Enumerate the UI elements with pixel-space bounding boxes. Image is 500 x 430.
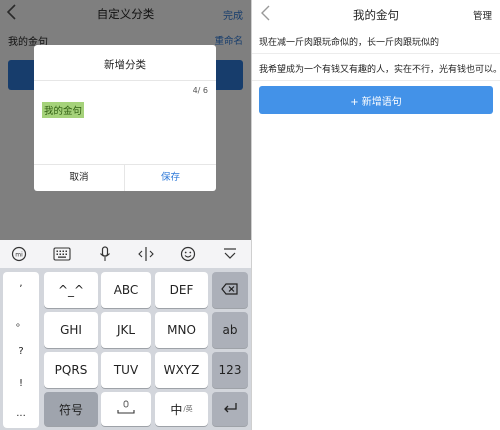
save-button[interactable]: 保存 — [125, 165, 216, 191]
selected-input-text: 我的金句 — [42, 102, 85, 118]
left-panel: 自定义分类 完成 我的金句 重命名 新增分类 4/ 6 我的金句 取消 保存 m… — [0, 0, 251, 430]
cancel-button[interactable]: 取消 — [34, 165, 124, 191]
key-delete[interactable] — [212, 272, 248, 308]
right-nav-bar: 我的金句 管理 — [252, 0, 500, 28]
keyboard-icon[interactable] — [53, 245, 71, 263]
collapse-keyboard-icon[interactable] — [221, 245, 239, 263]
ime-logo-icon[interactable]: mi — [10, 245, 28, 263]
new-category-dialog: 新增分类 4/ 6 我的金句 取消 保存 — [34, 45, 216, 191]
cursor-icon[interactable] — [137, 245, 155, 263]
key-abc[interactable]: ABC — [101, 272, 151, 308]
key-ab[interactable]: ab — [212, 312, 248, 348]
t9-keyboard: , 。 ? ! ... ^_^ ABC DEF GHI JKL MNO ab P… — [0, 268, 251, 430]
key-language-toggle[interactable]: 中/英 — [155, 392, 208, 426]
category-name-input[interactable]: 我的金句 — [40, 99, 210, 169]
key-enter[interactable] — [212, 392, 248, 426]
dialog-title: 新增分类 — [104, 59, 146, 71]
svg-text:mi: mi — [15, 252, 23, 259]
key-def[interactable]: DEF — [155, 272, 208, 308]
keyboard-toolbar: mi — [0, 240, 251, 268]
key-pqrs[interactable]: PQRS — [44, 352, 98, 388]
dialog-divider — [34, 80, 216, 81]
punct-exclaim[interactable]: ! — [3, 378, 39, 389]
add-sentence-button[interactable]: + 新增语句 — [259, 86, 493, 114]
microphone-icon[interactable] — [96, 245, 114, 263]
list-item[interactable]: 我希望成为一个有钱又有趣的人，实在不行，光有钱也可以。 — [252, 55, 500, 81]
key-symbols[interactable]: 符号 — [44, 392, 98, 426]
char-count: 4/ 6 — [192, 86, 208, 95]
enter-icon — [222, 402, 238, 417]
manage-button[interactable]: 管理 — [473, 8, 492, 22]
emoji-icon[interactable] — [179, 245, 197, 263]
punct-comma[interactable]: , — [3, 278, 39, 289]
list-item-text: 我希望成为一个有钱又有趣的人，实在不行，光有钱也可以。 — [259, 65, 500, 75]
right-panel: 我的金句 管理 现在减一斤肉跟玩命似的，长一斤肉跟玩似的 我希望成为一个有钱又有… — [252, 0, 500, 430]
key-space[interactable] — [101, 392, 151, 426]
key-tuv[interactable]: TUV — [101, 352, 151, 388]
language-sub-label: /英 — [183, 405, 193, 413]
page-title: 我的金句 — [353, 8, 399, 22]
punct-question[interactable]: ? — [3, 346, 39, 357]
language-main-label: 中 — [170, 402, 183, 417]
punct-period[interactable]: 。 — [3, 314, 39, 329]
key-ghi[interactable]: GHI — [44, 312, 98, 348]
key-emoticon[interactable]: ^_^ — [44, 272, 98, 308]
key-123[interactable]: 123 — [212, 352, 248, 388]
punctuation-column[interactable]: , 。 ? ! ... — [3, 272, 39, 428]
key-wxyz[interactable]: WXYZ — [155, 352, 208, 388]
list-item[interactable]: 现在减一斤肉跟玩命似的，长一斤肉跟玩似的 — [252, 28, 500, 54]
delete-icon — [221, 282, 239, 298]
space-mic-icon — [115, 400, 137, 419]
key-mno[interactable]: MNO — [155, 312, 208, 348]
list-item-text: 现在减一斤肉跟玩命似的，长一斤肉跟玩似的 — [259, 38, 440, 48]
punct-ellipsis[interactable]: ... — [3, 408, 39, 419]
key-jkl[interactable]: JKL — [101, 312, 151, 348]
